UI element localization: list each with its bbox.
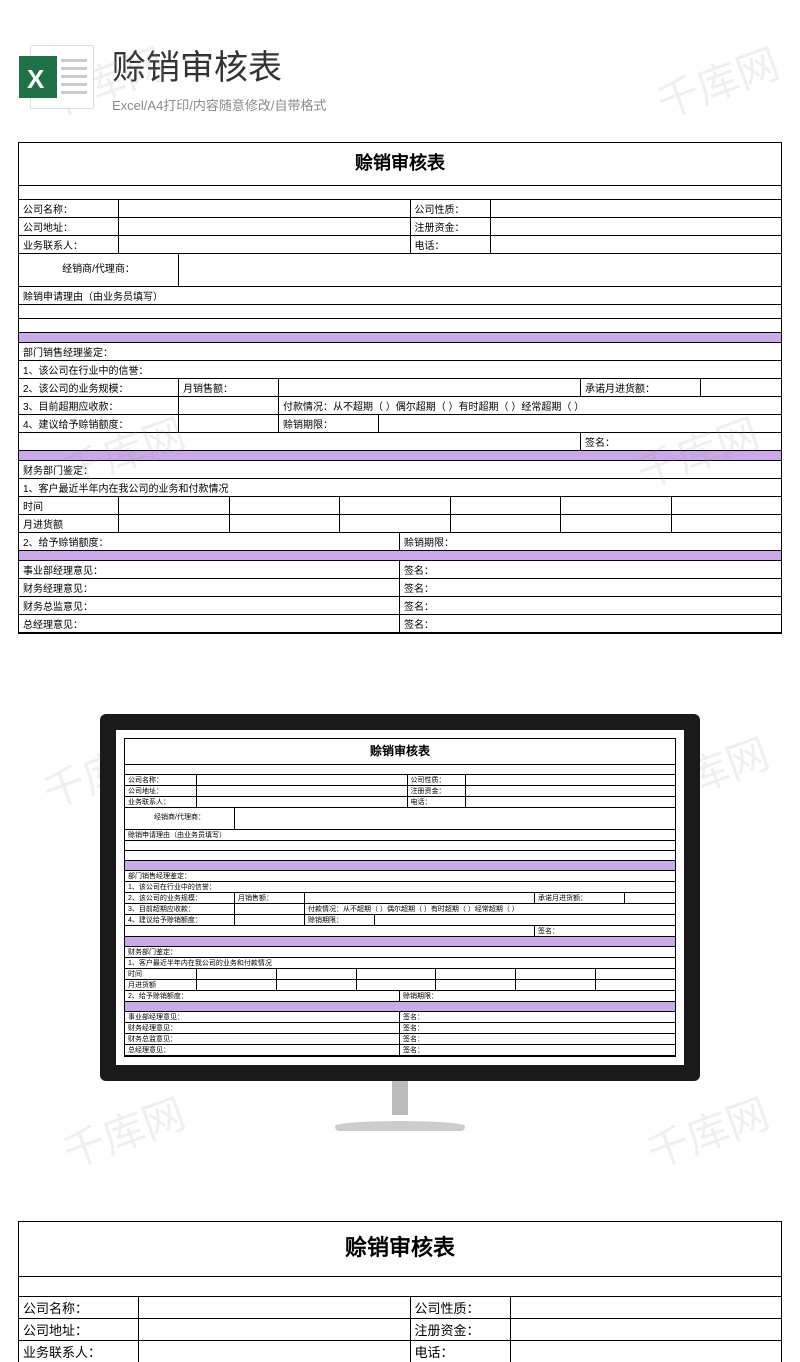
section-divider — [19, 333, 781, 343]
monitor-stand — [360, 1081, 440, 1131]
label-pay-status: 付款情况：从不超期（ ）偶尔超期（ ）有时超期（ ）经常超期（ ） — [279, 397, 781, 414]
spreadsheet-preview: 赊销审核表 公司名称： 公司性质： 公司地址： 注册资金： 业务联系人： 电话：… — [18, 142, 782, 634]
label-monthly-goods: 月进货额 — [19, 515, 119, 532]
section-divider — [19, 551, 781, 561]
page-header: 赊销审核表 Excel/A4打印/内容随意修改/自带格式 — [0, 0, 800, 132]
label-company-addr: 公司地址： — [19, 218, 119, 235]
template-subtitle: Excel/A4打印/内容随意修改/自带格式 — [112, 95, 327, 114]
label-signature: 签名： — [400, 597, 781, 614]
label-credit-period2: 赊销期限： — [400, 533, 781, 550]
monitor-mockup: 赊销审核表 公司名称：公司性质： 公司地址：注册资金： 业务联系人：电话： 经销… — [0, 664, 800, 1161]
label-signature: 签名： — [581, 433, 781, 450]
label-dept-mgr: 部门销售经理鉴定： — [19, 343, 781, 360]
label-time: 时间 — [19, 497, 119, 514]
label-finance-dept: 财务部门鉴定： — [19, 461, 781, 478]
label-biz-mgr: 事业部经理意见： — [19, 561, 400, 578]
label-signature: 签名： — [400, 615, 781, 632]
label-fin-dir: 财务总监意见： — [19, 597, 400, 614]
label-reason: 赊销申请理由（由业务员填写） — [19, 287, 781, 304]
form-title: 赊销审核表 — [19, 143, 781, 186]
question-3: 3、目前超期应收款： — [19, 397, 179, 414]
label-contact: 业务联系人： — [19, 236, 119, 253]
label-company-nature: 公司性质： — [411, 200, 491, 217]
spreadsheet-in-monitor: 赊销审核表 公司名称：公司性质： 公司地址：注册资金： 业务联系人：电话： 经销… — [124, 738, 676, 1057]
label-promise: 承诺月进货额： — [581, 379, 701, 396]
label-phone: 电话： — [411, 236, 491, 253]
label-company-name: 公司名称： — [19, 200, 119, 217]
template-preview-page: 千库网 千库网 千库网 千库网 千库网 千库网 千库网 千库网 赊销审核表 Ex… — [0, 0, 800, 1362]
section-divider — [19, 451, 781, 461]
label-credit-period: 赊销期限： — [279, 415, 379, 432]
question-4: 4、建议给予赊销额度： — [19, 415, 179, 432]
finance-q2: 2、给予赊销额度： — [19, 533, 400, 550]
label-gm: 总经理意见： — [19, 615, 400, 632]
excel-file-icon — [30, 45, 94, 109]
finance-q1: 1、客户最近半年内在我公司的业务和付款情况 — [19, 479, 781, 496]
question-1: 1、该公司在行业中的信誉： — [19, 361, 781, 378]
label-signature: 签名： — [400, 561, 781, 578]
label-signature: 签名： — [400, 579, 781, 596]
label-fin-mgr: 财务经理意见： — [19, 579, 400, 596]
cropped-preview: 赊销审核表 公司名称： 公司性质： 公司地址： 注册资金： 业务联系人： 电话： — [0, 1191, 800, 1362]
label-dealer: 经销商/代理商： — [19, 254, 179, 286]
label-monthly-sales: 月销售额： — [179, 379, 279, 396]
label-reg-capital: 注册资金： — [411, 218, 491, 235]
template-title: 赊销审核表 — [112, 40, 327, 89]
question-2: 2、该公司的业务规模： — [19, 379, 179, 396]
